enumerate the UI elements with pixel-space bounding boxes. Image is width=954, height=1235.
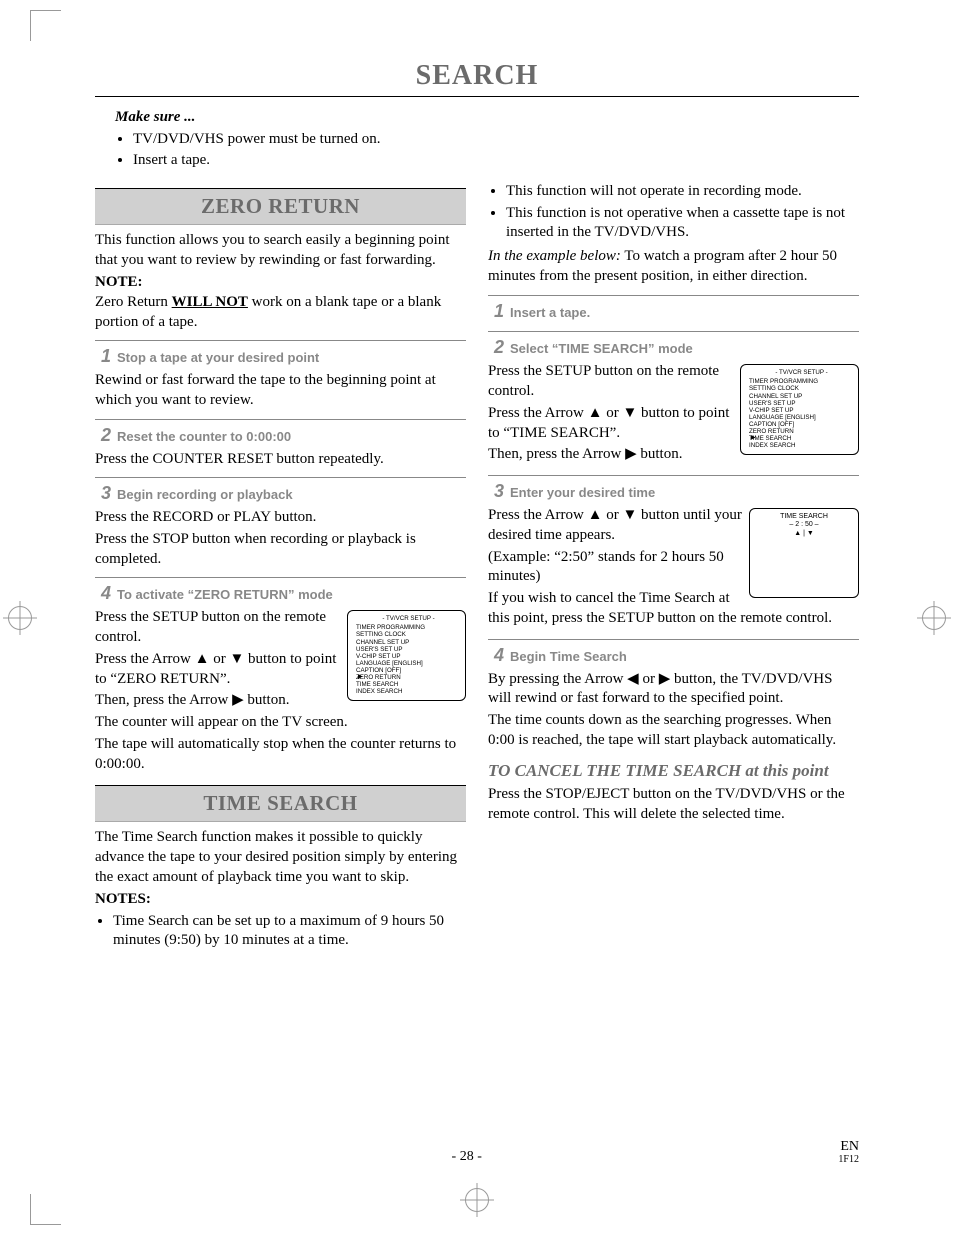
zero-return-heading: ZERO RETURN	[95, 188, 466, 226]
arrow-right-icon: ▶	[751, 435, 756, 442]
step-number: 4	[101, 582, 111, 606]
time-search-step-2: 2 Select “TIME SEARCH” mode - TV/VCR SET…	[488, 331, 859, 467]
note-item: Time Search can be set up to a maximum o…	[113, 912, 466, 952]
step-body: The counter will appear on the TV screen…	[95, 713, 466, 733]
step-body: The time counts down as the searching pr…	[488, 711, 859, 751]
step-number: 1	[101, 345, 111, 369]
zero-return-step-4: 4 To activate “ZERO RETURN” mode - TV/VC…	[95, 577, 466, 776]
arrow-right-icon: ▶	[625, 446, 637, 462]
language-code: EN	[840, 1139, 859, 1154]
osd-time-search-value: TIME SEARCH – 2 : 50 – ▲ | ▼	[749, 508, 859, 598]
arrow-right-icon: ▶	[232, 692, 244, 708]
step-title: Select “TIME SEARCH” mode	[510, 340, 693, 357]
doc-code: 1F12	[838, 1154, 859, 1165]
zero-return-step-1: 1 Stop a tape at your desired point Rewi…	[95, 340, 466, 410]
time-search-step-3: 3 Enter your desired time TIME SEARCH – …	[488, 475, 859, 631]
step-number: 2	[494, 336, 504, 360]
footer-right: EN 1F12	[838, 1139, 859, 1165]
arrow-left-icon: ◀	[627, 671, 639, 687]
arrow-up-icon: ▲	[195, 651, 210, 667]
notes-label: NOTES:	[95, 890, 466, 910]
step-number: 4	[494, 644, 504, 668]
zero-return-step-2: 2 Reset the counter to 0:00:00 Press the…	[95, 419, 466, 470]
crop-mark-icon	[30, 10, 61, 41]
zero-return-desc: This function allows you to search easil…	[95, 231, 466, 271]
note-item: This function will not operate in record…	[506, 182, 859, 202]
step-title: Begin recording or playback	[117, 486, 293, 503]
step-title: Enter your desired time	[510, 484, 655, 501]
step-body: By pressing the Arrow ◀ or ▶ button, the…	[488, 670, 859, 710]
arrow-right-icon: ▶	[659, 671, 671, 687]
example-text: In the example below: To watch a program…	[488, 247, 859, 287]
osd-menu-zero-return: - TV/VCR SETUP - TIMER PROGRAMMING SETTI…	[347, 610, 466, 700]
arrow-down-icon: ▼	[622, 507, 637, 523]
step-title: To activate “ZERO RETURN” mode	[117, 586, 333, 603]
step-number: 3	[494, 480, 504, 504]
left-column: ZERO RETURN This function allows you to …	[95, 180, 466, 955]
right-column: This function will not operate in record…	[488, 180, 859, 955]
zero-return-note: NOTE: Zero Return WILL NOT work on a bla…	[95, 273, 466, 332]
time-search-notes-cont: This function will not operate in record…	[488, 182, 859, 243]
registration-mark-icon	[919, 603, 949, 633]
time-search-desc: The Time Search function makes it possib…	[95, 828, 466, 887]
step-number: 2	[101, 424, 111, 448]
cancel-heading: TO CANCEL THE TIME SEARCH at this point	[488, 761, 859, 781]
intro-block: Make sure ... TV/DVD/VHS power must be t…	[115, 107, 839, 170]
zero-return-step-3: 3 Begin recording or playback Press the …	[95, 477, 466, 569]
arrow-down-icon: ▼	[622, 405, 637, 421]
time-search-heading: TIME SEARCH	[95, 785, 466, 823]
cancel-body: Press the STOP/EJECT button on the TV/DV…	[488, 785, 859, 825]
intro-item: TV/DVD/VHS power must be turned on.	[133, 129, 839, 149]
arrow-up-icon: ▲	[588, 405, 603, 421]
crop-mark-icon	[30, 1194, 61, 1225]
registration-mark-icon	[462, 1185, 492, 1215]
arrow-right-icon: ▶	[358, 674, 363, 681]
note-label: NOTE:	[95, 274, 143, 290]
page-footer: - 28 - EN 1F12	[95, 1139, 859, 1165]
time-search-notes: Time Search can be set up to a maximum o…	[95, 912, 466, 952]
step-number: 1	[494, 300, 504, 324]
page-number: - 28 -	[452, 1149, 482, 1165]
step-body: Press the RECORD or PLAY button.	[95, 508, 466, 528]
arrow-up-icon: ▲	[588, 507, 603, 523]
step-body: The tape will automatically stop when th…	[95, 735, 466, 775]
step-body: Rewind or fast forward the tape to the b…	[95, 371, 466, 411]
manual-page: SEARCH Make sure ... TV/DVD/VHS power mu…	[0, 0, 954, 1235]
time-search-step-1: 1 Insert a tape.	[488, 295, 859, 324]
registration-mark-icon	[5, 603, 35, 633]
intro-list: TV/DVD/VHS power must be turned on. Inse…	[115, 129, 839, 170]
step-title: Stop a tape at your desired point	[117, 349, 319, 366]
page-title: SEARCH	[95, 60, 859, 97]
step-body: Press the COUNTER RESET button repeatedl…	[95, 450, 466, 470]
step-title: Begin Time Search	[510, 648, 627, 665]
intro-label: Make sure ...	[115, 109, 195, 125]
note-item: This function is not operative when a ca…	[506, 204, 859, 244]
arrow-down-icon: ▼	[229, 651, 244, 667]
intro-item: Insert a tape.	[133, 150, 839, 170]
step-number: 3	[101, 482, 111, 506]
step-body: Press the STOP button when recording or …	[95, 530, 466, 570]
step-title: Insert a tape.	[510, 304, 590, 321]
step-title: Reset the counter to 0:00:00	[117, 428, 291, 445]
time-search-step-4: 4 Begin Time Search By pressing the Arro…	[488, 639, 859, 751]
osd-menu-time-search: - TV/VCR SETUP - TIMER PROGRAMMING SETTI…	[740, 364, 859, 454]
